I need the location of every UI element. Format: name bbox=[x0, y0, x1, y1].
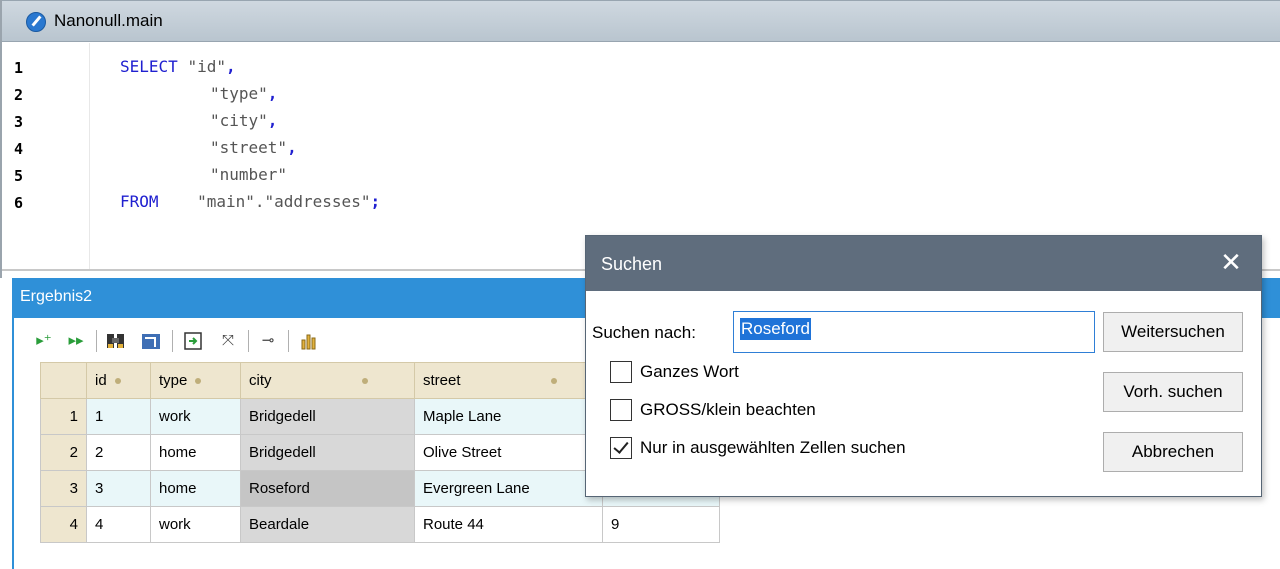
cell-type[interactable]: home bbox=[150, 434, 241, 471]
line-number: 3 bbox=[14, 113, 24, 131]
find-dialog: Suchen ✕ Suchen nach: Roseford Ganzes Wo… bbox=[585, 235, 1262, 497]
toolbar-separator bbox=[96, 330, 97, 352]
find-previous-button[interactable]: Vorh. suchen bbox=[1103, 372, 1243, 412]
sql-identifier: "street" bbox=[210, 138, 288, 157]
sql-punctuation: , bbox=[267, 111, 278, 130]
line-number: 6 bbox=[14, 194, 24, 212]
column-header-street[interactable]: street bbox=[414, 362, 603, 399]
grid-corner[interactable] bbox=[40, 362, 87, 399]
cell-id[interactable]: 1 bbox=[86, 398, 151, 435]
cell-street[interactable]: Olive Street bbox=[414, 434, 603, 471]
code-line: FROM "main"."addresses"; bbox=[120, 192, 380, 211]
search-input[interactable]: Roseford bbox=[733, 311, 1095, 353]
line-number-gutter: 1 2 3 4 5 6 bbox=[2, 43, 90, 269]
editor-title-bar: Nanonull.main bbox=[2, 0, 1280, 42]
code-line: "street", bbox=[210, 138, 297, 157]
sql-punctuation: , bbox=[287, 138, 297, 157]
match-case-checkbox[interactable] bbox=[610, 399, 632, 421]
sql-punctuation: ; bbox=[370, 192, 381, 211]
cancel-button[interactable]: Abbrechen bbox=[1103, 432, 1243, 472]
find-icon[interactable] bbox=[104, 330, 130, 352]
line-number: 2 bbox=[14, 86, 24, 104]
column-header-label: id bbox=[95, 372, 107, 389]
code-line: "type", bbox=[210, 84, 277, 103]
sql-identifier: "main"."addresses" bbox=[197, 192, 371, 211]
export-icon[interactable] bbox=[180, 330, 206, 352]
cell-street[interactable]: Maple Lane bbox=[414, 398, 603, 435]
cell-id[interactable]: 2 bbox=[86, 434, 151, 471]
sql-punctuation: , bbox=[267, 84, 278, 103]
sort-indicator-icon bbox=[361, 378, 368, 385]
toolbar-separator bbox=[288, 330, 289, 352]
cell-type[interactable]: home bbox=[150, 470, 241, 507]
sql-identifier: "city" bbox=[210, 111, 268, 130]
row-number[interactable]: 3 bbox=[40, 470, 87, 507]
code-line: "city", bbox=[210, 111, 277, 130]
cell-city[interactable]: Bridgedell bbox=[240, 398, 415, 435]
search-input-value: Roseford bbox=[740, 318, 811, 340]
column-header-label: city bbox=[249, 372, 272, 389]
whole-word-label: Ganzes Wort bbox=[640, 362, 739, 381]
row-number[interactable]: 1 bbox=[40, 398, 87, 435]
sql-keyword: FROM bbox=[120, 192, 159, 211]
sort-indicator-icon bbox=[114, 378, 121, 385]
cell-street[interactable]: Route 44 bbox=[414, 506, 603, 543]
close-icon[interactable]: ✕ bbox=[1215, 246, 1247, 278]
row-number[interactable]: 2 bbox=[40, 434, 87, 471]
cell-street[interactable]: Evergreen Lane bbox=[414, 470, 603, 507]
chart-icon[interactable] bbox=[296, 330, 322, 352]
result-tab-title: Ergebnis2 bbox=[20, 288, 93, 305]
append-rows-icon[interactable]: ▸▸ bbox=[66, 330, 86, 352]
cell-number[interactable]: 9 bbox=[602, 506, 720, 543]
sql-identifier: "id" bbox=[187, 57, 226, 76]
selected-cells-label: Nur in ausgewählten Zellen suchen bbox=[640, 438, 906, 457]
cell-city[interactable]: Bridgedell bbox=[240, 434, 415, 471]
find-next-button[interactable]: Weitersuchen bbox=[1103, 312, 1243, 352]
cell-id[interactable]: 4 bbox=[86, 506, 151, 543]
cell-type[interactable]: work bbox=[150, 398, 241, 435]
sql-identifier: "type" bbox=[210, 84, 268, 103]
search-label: Suchen nach: bbox=[592, 323, 696, 342]
sql-identifier: "number" bbox=[210, 165, 288, 184]
column-header-city[interactable]: city bbox=[240, 362, 415, 399]
cell-city[interactable]: Beardale bbox=[240, 506, 415, 543]
cell-city[interactable]: Roseford bbox=[240, 470, 415, 507]
column-header-type[interactable]: type bbox=[150, 362, 241, 399]
code-line: SELECT "id", bbox=[120, 57, 236, 76]
dialog-title: Suchen bbox=[601, 254, 663, 274]
cell-type[interactable]: work bbox=[150, 506, 241, 543]
column-header-label: type bbox=[159, 372, 188, 389]
expand-icon[interactable]: ⤧ bbox=[216, 330, 240, 352]
toolbar-separator bbox=[248, 330, 249, 352]
sort-indicator-icon bbox=[195, 378, 202, 385]
dialog-title-bar[interactable]: Suchen ✕ bbox=[586, 236, 1261, 291]
append-row-icon[interactable]: ▸⁺ bbox=[34, 330, 54, 352]
cell-id[interactable]: 3 bbox=[86, 470, 151, 507]
whole-word-checkbox[interactable] bbox=[610, 361, 632, 383]
line-number: 1 bbox=[14, 59, 24, 77]
line-number: 5 bbox=[14, 167, 24, 185]
column-header-id[interactable]: id bbox=[86, 362, 151, 399]
column-header-label: street bbox=[423, 372, 461, 389]
pin-icon[interactable]: ⊸ bbox=[256, 330, 280, 352]
dialog-body: Suchen nach: Roseford Ganzes Wort GROSS/… bbox=[586, 291, 1261, 496]
table-row[interactable]: 4 4 work Beardale Route 44 9 bbox=[40, 506, 720, 543]
sql-icon[interactable] bbox=[138, 330, 164, 352]
sql-keyword: SELECT bbox=[120, 57, 178, 76]
toolbar-separator bbox=[172, 330, 173, 352]
code-line: "number" bbox=[210, 165, 287, 184]
row-number[interactable]: 4 bbox=[40, 506, 87, 543]
line-number: 4 bbox=[14, 140, 24, 158]
match-case-label: GROSS/klein beachten bbox=[640, 400, 816, 419]
sql-punctuation: , bbox=[225, 57, 236, 76]
database-connection-icon bbox=[26, 12, 46, 32]
editor-title: Nanonull.main bbox=[54, 11, 163, 30]
sort-indicator-icon bbox=[550, 378, 557, 385]
selected-cells-checkbox[interactable] bbox=[610, 437, 632, 459]
